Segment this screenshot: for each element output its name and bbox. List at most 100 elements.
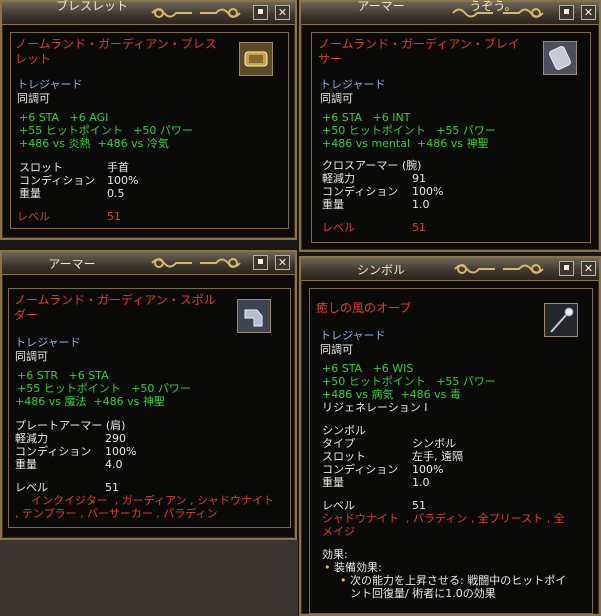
item-info-area: ノームランド・ガーディアン・ブレイ サー トレジャード 同調可 +6 STA +… — [311, 32, 591, 243]
treasured-label: トレジャード — [320, 78, 386, 91]
attuneable-label: 同調可 — [17, 92, 50, 105]
attr-value: 左手, 遠隔 — [412, 450, 463, 463]
class-list-line1: インクイジター , ガーディアン , シャドウナイト — [31, 494, 275, 507]
window-titlebar[interactable]: ブレスレット ✕ — [2, 0, 295, 25]
attr-label: スロット — [322, 450, 366, 463]
level-value: 51 — [412, 499, 426, 512]
spaulder-icon — [237, 299, 271, 333]
attr-label: 重量 — [15, 458, 37, 471]
attr-label: 軽減力 — [322, 172, 355, 185]
item-name-line1: ノームランド・ガーディアン・ブレイ — [318, 37, 520, 51]
stat-line: +55 ヒットポイント +50 パワー — [17, 382, 191, 395]
stat-line: +486 vs 炎熱 +486 vs 冷気 — [19, 137, 169, 150]
close-button[interactable]: ✕ — [275, 5, 290, 20]
scroll-ornament-icon — [452, 8, 493, 18]
effects-label: 効果: — [322, 548, 348, 561]
background-area — [0, 540, 298, 616]
attr-value: 100% — [412, 185, 444, 198]
attr-value: 91 — [412, 172, 426, 185]
minimize-button[interactable] — [559, 5, 574, 20]
stat-line: +486 vs mental +486 vs 神聖 — [322, 137, 489, 150]
attr-value: 100% — [105, 445, 137, 458]
attr-value: 0.5 — [107, 187, 125, 200]
regen-line: リジェネレーション I — [322, 401, 428, 414]
close-button[interactable]: ✕ — [275, 255, 290, 270]
equip-effect-label: 装備効果: — [334, 561, 382, 574]
armor-type: クロスアーマー (腕) — [322, 159, 422, 172]
class-list-line1: シャドウナイト , パラディン , 全プリースト , 全 — [322, 512, 565, 525]
item-name-line1: ノームランド・ガーディアン・ブレス — [15, 37, 217, 51]
close-button[interactable]: ✕ — [581, 5, 596, 20]
attr-value: 1.0 — [412, 198, 430, 211]
minimize-button[interactable] — [253, 255, 268, 270]
stat-line: +6 STA +6 WIS — [322, 362, 414, 375]
effect-line2: ント回復量/ 術者に1.0の効果 — [350, 587, 496, 600]
window-title: シンボル — [356, 263, 405, 277]
minimize-button[interactable] — [253, 5, 268, 20]
attr-value: 100% — [107, 174, 139, 187]
attuneable-label: 同調可 — [320, 92, 353, 105]
window-titlebar[interactable]: アーマー ✕ — [2, 252, 295, 275]
effect-line1: 次の能力を上昇させる: 戦闘中のヒットポイ — [350, 574, 567, 587]
attr-value: シンボル — [412, 437, 456, 450]
class-list-line2: メイジ — [322, 525, 355, 538]
stat-line: +55 ヒットポイント +50 パワー — [19, 124, 193, 137]
treasured-label: トレジャード — [15, 336, 81, 349]
item-name-line1: ノームランド・ガーディアン・スポル — [14, 293, 216, 307]
class-list-line2: , テンプラー , バーサーカー , パラディン — [15, 507, 218, 520]
attr-label: 重量 — [322, 476, 344, 489]
close-button[interactable]: ✕ — [581, 261, 596, 276]
attuneable-label: 同調可 — [15, 350, 48, 363]
window-titlebar[interactable]: シンボル ✕ — [301, 258, 599, 281]
stat-line: +50 ヒットポイント +55 パワー — [322, 375, 496, 388]
attr-label: 重量 — [322, 198, 344, 211]
bracelet-window: ブレスレット ✕ ノームランド・ガーディアン・ブレス レット トレジャード 同調… — [0, 0, 297, 240]
minimize-button[interactable] — [559, 261, 574, 276]
item-name: 癒しの風のオーブ — [316, 301, 412, 315]
stat-line: +486 vs 病気 +486 vs 毒 — [322, 388, 461, 401]
stat-line: +50 ヒットポイント +55 パワー — [322, 124, 496, 137]
item-name-line2: ダー — [14, 308, 39, 322]
level-label: レベル — [15, 481, 48, 494]
level-label: レベル — [17, 210, 50, 223]
attr-value: 4.0 — [105, 458, 123, 471]
item-info-area: 癒しの風のオーブ トレジャード 同調可 +6 STA +6 WIS +50 ヒッ… — [309, 288, 593, 614]
attr-label: スロット — [19, 161, 63, 174]
level-value: 51 — [105, 481, 119, 494]
item-info-area: ノームランド・ガーディアン・ブレス レット トレジャード 同調可 +6 STA … — [10, 32, 289, 229]
spaulder-window: アーマー ✕ ノームランド・ガーディアン・スポル ダー トレジャード 同調可 +… — [0, 250, 297, 540]
level-label: レベル — [322, 221, 355, 234]
attr-value: 手首 — [107, 161, 129, 174]
bracer-window: アーマー うぞう。 ✕ ノームランド・ガーディアン・ブレイ サー トレジャード … — [299, 0, 601, 252]
attr-value: 100% — [412, 463, 444, 476]
orb-staff-icon — [544, 303, 578, 337]
armor-type: プレートアーマー (肩) — [15, 419, 126, 432]
stat-line: +6 STA +6 AGI — [19, 111, 109, 124]
window-titlebar[interactable]: アーマー うぞう。 ✕ — [301, 0, 599, 25]
stat-line: +486 vs 魔法 +486 vs 神聖 — [15, 395, 165, 408]
attr-value: 1.0 — [412, 476, 430, 489]
bracer-icon — [543, 41, 577, 75]
attuneable-label: 同調可 — [320, 343, 353, 356]
treasured-label: トレジャード — [320, 329, 386, 342]
window-title: アーマー — [48, 257, 96, 271]
attr-label: コンディション — [15, 445, 92, 458]
window-title: アーマー — [357, 0, 405, 13]
item-info-area: ノームランド・ガーディアン・スポル ダー トレジャード 同調可 +6 STR +… — [8, 288, 291, 528]
attr-label: タイプ — [322, 437, 355, 450]
scroll-ornament-icon — [200, 8, 241, 18]
attr-label: 重量 — [19, 187, 41, 200]
scroll-ornament-icon — [200, 258, 241, 268]
scroll-ornament-icon — [151, 8, 192, 18]
bullet-icon: • — [340, 574, 347, 587]
scroll-ornament-icon — [503, 264, 544, 274]
symbol-window: シンボル ✕ 癒しの風のオーブ トレジャード 同調可 +6 STA +6 WIS… — [299, 256, 601, 616]
scroll-ornament-icon — [454, 264, 495, 274]
bullet-icon: • — [324, 561, 331, 574]
stat-line: +6 STR +6 STA — [17, 369, 109, 382]
scroll-ornament-icon — [151, 258, 192, 268]
level-value: 51 — [412, 221, 426, 234]
treasured-label: トレジャード — [17, 78, 83, 91]
bracelet-icon — [239, 42, 273, 76]
attr-label: コンディション — [19, 174, 96, 187]
